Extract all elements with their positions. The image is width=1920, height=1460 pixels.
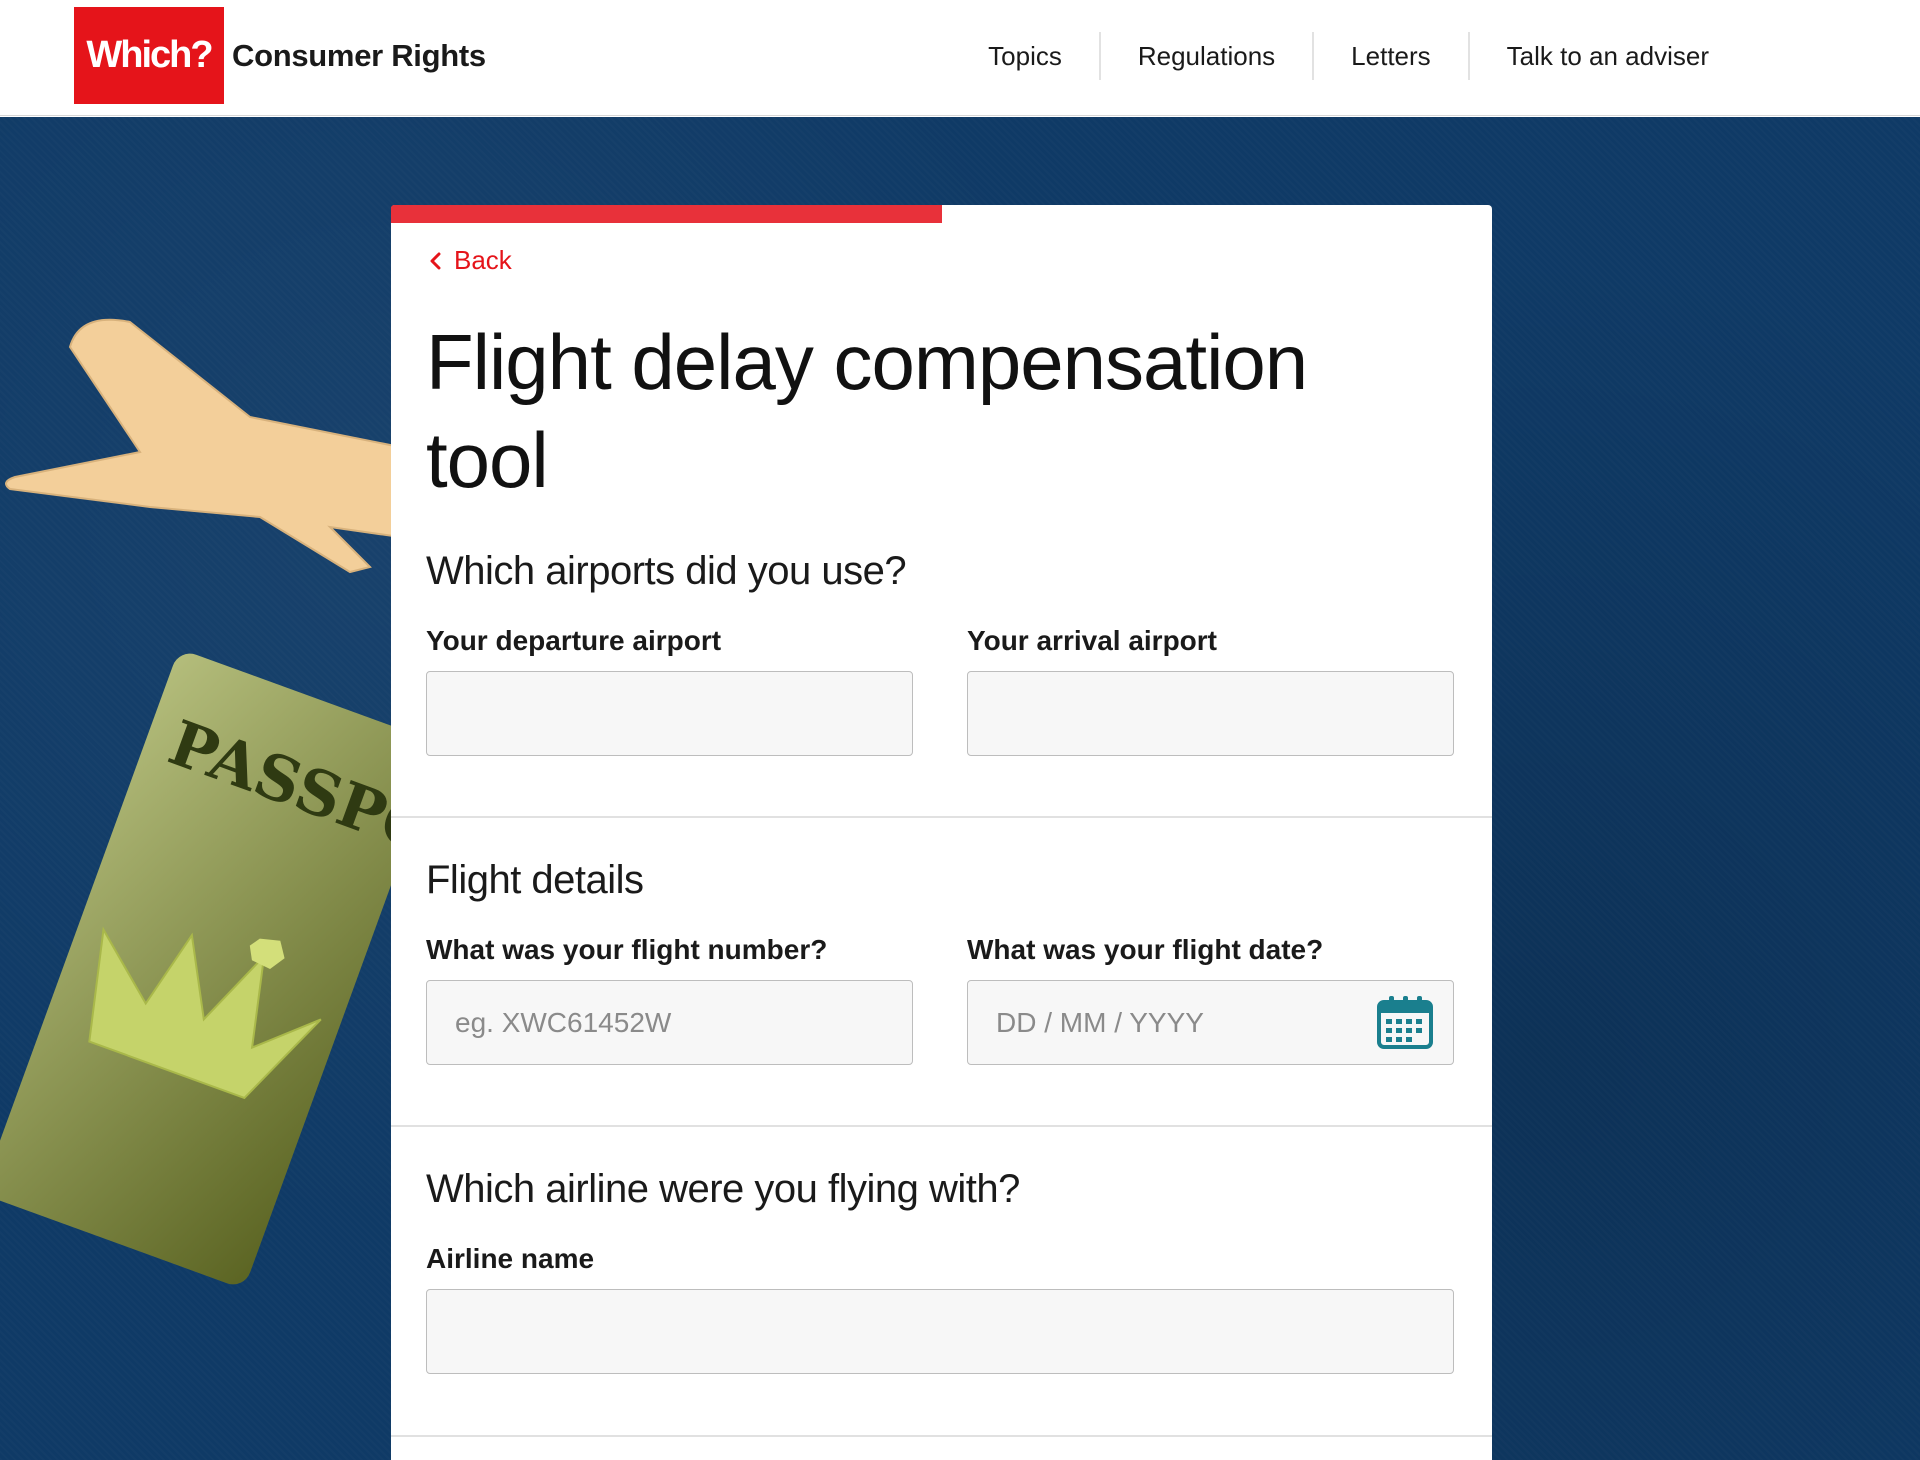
progress-bar-fill bbox=[391, 205, 942, 223]
nav-talk-to-adviser[interactable]: Talk to an adviser bbox=[1467, 32, 1746, 80]
departure-airport-label: Your departure airport bbox=[426, 625, 722, 656]
airline-name-input[interactable] bbox=[426, 1289, 1454, 1374]
airplane-illustration bbox=[5, 318, 401, 574]
brand-name[interactable]: Consumer Rights bbox=[232, 38, 486, 74]
page-title: Flight delay compensation tool bbox=[426, 318, 1308, 504]
airports-heading: Which airports did you use? bbox=[426, 549, 907, 593]
flight-number-input[interactable] bbox=[426, 980, 913, 1065]
back-label: Back bbox=[454, 245, 512, 275]
back-link[interactable]: Back bbox=[426, 245, 512, 276]
which-logo[interactable]: Which? bbox=[74, 7, 224, 104]
form-card: Back Flight delay compensation tool Whic… bbox=[391, 205, 1492, 1460]
calendar-icon[interactable] bbox=[1376, 994, 1434, 1050]
nav-topics[interactable]: Topics bbox=[951, 32, 1099, 80]
flight-date-label: What was your flight date? bbox=[967, 934, 1324, 965]
nav-letters[interactable]: Letters bbox=[1312, 32, 1468, 80]
progress-bar bbox=[391, 205, 1492, 223]
departure-airport-input[interactable] bbox=[426, 671, 913, 756]
arrival-airport-input[interactable] bbox=[967, 671, 1454, 756]
arrival-airport-label: Your arrival airport bbox=[967, 625, 1218, 656]
section-divider bbox=[391, 1435, 1492, 1437]
airline-heading: Which airline were you flying with? bbox=[426, 1167, 1020, 1211]
section-divider bbox=[391, 816, 1492, 818]
flight-details-heading: Flight details bbox=[426, 858, 644, 902]
chevron-left-icon bbox=[430, 252, 441, 269]
flight-number-label: What was your flight number? bbox=[426, 934, 828, 965]
site-header: Which? Consumer Rights Topics Regulation… bbox=[0, 0, 1920, 116]
nav-regulations[interactable]: Regulations bbox=[1098, 32, 1312, 80]
section-divider bbox=[391, 1125, 1492, 1127]
airline-name-label: Airline name bbox=[426, 1243, 595, 1274]
logo-text: Which? bbox=[86, 34, 213, 76]
main-nav: Topics Regulations Letters Talk to an ad… bbox=[951, 32, 1746, 80]
